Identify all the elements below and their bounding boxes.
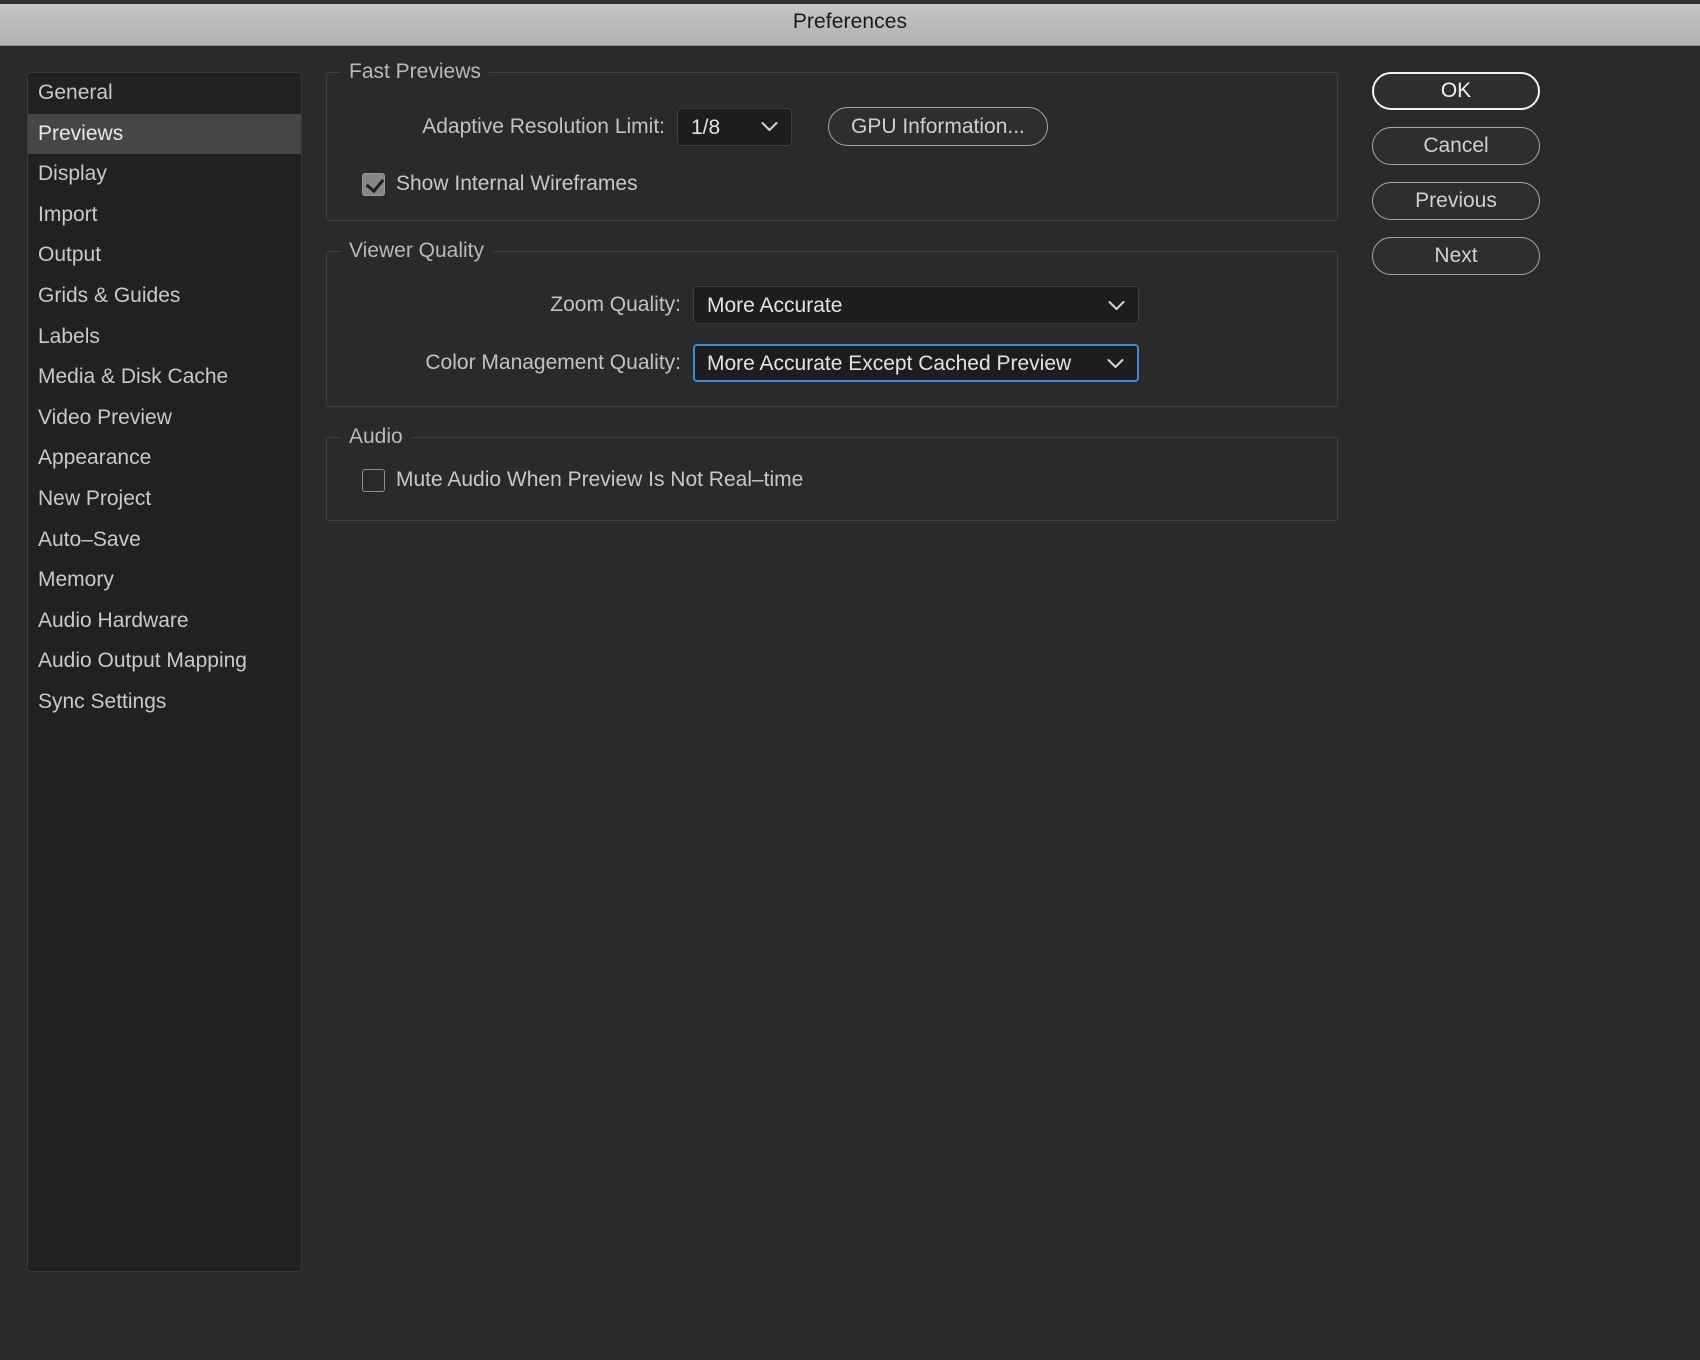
- group-fast-previews: Fast Previews Adaptive Resolution Limit:…: [326, 60, 1338, 221]
- row-adaptive-resolution: Adaptive Resolution Limit: 1/8 GPU Infor…: [327, 107, 1337, 146]
- row-mute-audio[interactable]: Mute Audio When Preview Is Not Real–time: [327, 468, 1337, 492]
- show-internal-wireframes-label: Show Internal Wireframes: [396, 172, 638, 195]
- group-viewer-quality: Viewer Quality Zoom Quality: More Accura…: [326, 239, 1338, 407]
- ok-button[interactable]: OK: [1372, 72, 1540, 110]
- sidebar-item-video-preview[interactable]: Video Preview: [28, 398, 301, 439]
- sidebar-item-import[interactable]: Import: [28, 195, 301, 236]
- window-title: Preferences: [792, 10, 908, 33]
- sidebar-item-label: Sync Settings: [38, 689, 167, 713]
- sidebar-item-label: Auto–Save: [38, 527, 141, 551]
- previous-button[interactable]: Previous: [1372, 182, 1540, 220]
- group-label-audio: Audio: [341, 425, 411, 449]
- sidebar-item-appearance[interactable]: Appearance: [28, 438, 301, 479]
- sidebar-item-new-project[interactable]: New Project: [28, 479, 301, 520]
- sidebar-item-audio-output-mapping[interactable]: Audio Output Mapping: [28, 641, 301, 682]
- preferences-dialog: General Previews Display Import Output Grids …: [0, 46, 1700, 1360]
- sidebar-item-previews[interactable]: Previews: [28, 113, 301, 155]
- sidebar-item-label: Import: [38, 202, 98, 226]
- sidebar-item-output[interactable]: Output: [28, 235, 301, 276]
- adaptive-resolution-select[interactable]: 1/8: [677, 107, 792, 146]
- check-icon: [365, 173, 385, 193]
- mute-audio-checkbox[interactable]: [362, 468, 385, 492]
- sidebar-item-labels[interactable]: Labels: [28, 317, 301, 358]
- sidebar-item-label: Audio Output Mapping: [38, 649, 247, 673]
- gpu-information-button[interactable]: GPU Information...: [828, 107, 1048, 146]
- sidebar-item-label: Video Preview: [38, 405, 172, 429]
- chevron-down-icon: [1107, 346, 1124, 380]
- sidebar-item-label: Display: [38, 162, 107, 186]
- sidebar-item-auto-save[interactable]: Auto–Save: [28, 520, 301, 561]
- sidebar-item-memory[interactable]: Memory: [28, 560, 301, 601]
- group-audio: Audio Mute Audio When Preview Is Not Rea…: [326, 425, 1338, 521]
- sidebar-item-label: New Project: [38, 486, 152, 510]
- sidebar-item-label: General: [38, 81, 113, 104]
- row-zoom-quality: Zoom Quality: More Accurate: [327, 286, 1337, 324]
- sidebar-item-general[interactable]: General: [28, 73, 301, 114]
- group-label-fast-previews: Fast Previews: [341, 60, 489, 84]
- sidebar-item-label: Audio Hardware: [38, 608, 189, 632]
- show-internal-wireframes-checkbox[interactable]: [362, 172, 385, 196]
- sidebar-item-audio-hardware[interactable]: Audio Hardware: [28, 601, 301, 642]
- group-label-viewer-quality: Viewer Quality: [341, 239, 493, 263]
- preferences-category-list[interactable]: General Previews Display Import Output Grids …: [27, 72, 302, 1272]
- zoom-quality-select[interactable]: More Accurate: [693, 286, 1139, 324]
- titlebar-top-strip: [0, 0, 1700, 4]
- sidebar-item-grids-guides[interactable]: Grids & Guides: [28, 276, 301, 317]
- row-show-internal-wireframes[interactable]: Show Internal Wireframes: [327, 172, 1337, 196]
- color-management-quality-value: More Accurate Except Cached Preview: [707, 352, 1072, 375]
- zoom-quality-value: More Accurate: [707, 294, 843, 317]
- adaptive-resolution-value: 1/8: [691, 115, 721, 139]
- sidebar-item-display[interactable]: Display: [28, 154, 301, 195]
- dialog-button-column: OK Cancel Previous Next: [1372, 72, 1540, 292]
- sidebar-item-label: Memory: [38, 568, 114, 592]
- window-titlebar: Preferences: [0, 0, 1700, 46]
- sidebar-item-label: Media & Disk Cache: [38, 365, 229, 389]
- cancel-button[interactable]: Cancel: [1372, 127, 1540, 165]
- chevron-down-icon: [1108, 287, 1125, 323]
- row-color-management-quality: Color Management Quality: More Accurate …: [327, 344, 1337, 382]
- adaptive-resolution-label: Adaptive Resolution Limit:: [422, 114, 665, 138]
- sidebar-item-label: Appearance: [38, 446, 152, 470]
- mute-audio-label: Mute Audio When Preview Is Not Real–time: [396, 468, 804, 491]
- sidebar-item-label: Previews: [38, 121, 124, 145]
- zoom-quality-label: Zoom Quality:: [550, 293, 681, 316]
- sidebar-item-sync-settings[interactable]: Sync Settings: [28, 682, 301, 723]
- sidebar-item-label: Labels: [38, 324, 100, 348]
- sidebar-item-media-disk-cache[interactable]: Media & Disk Cache: [28, 357, 301, 398]
- preferences-content-panel: Fast Previews Adaptive Resolution Limit:…: [326, 60, 1338, 551]
- color-management-quality-select[interactable]: More Accurate Except Cached Preview: [693, 344, 1139, 382]
- sidebar-item-label: Grids & Guides: [38, 283, 181, 307]
- sidebar-item-label: Output: [38, 243, 102, 267]
- next-button[interactable]: Next: [1372, 237, 1540, 275]
- color-management-quality-label: Color Management Quality:: [425, 351, 681, 374]
- chevron-down-icon: [761, 109, 778, 145]
